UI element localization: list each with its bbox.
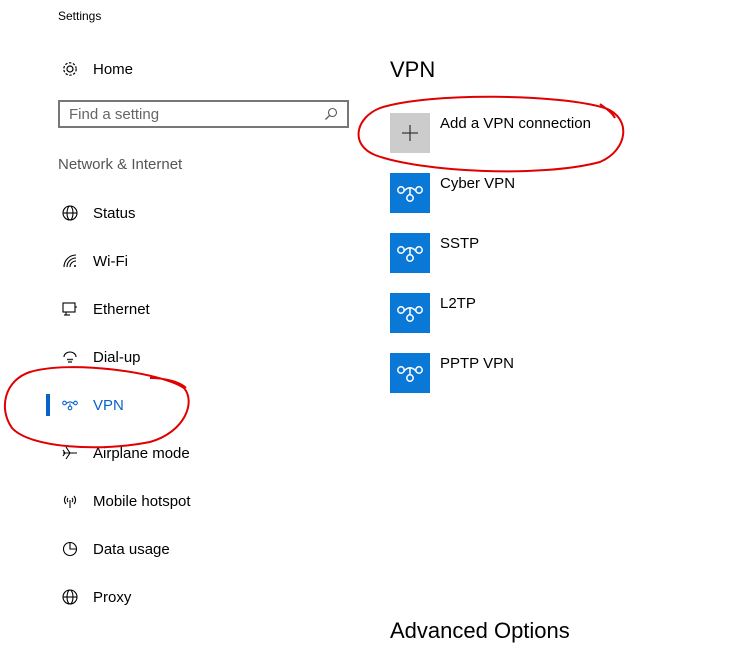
sidebar-item-label: Wi-Fi [93, 252, 128, 270]
page-title: VPN [390, 57, 436, 82]
sidebar-item-ethernet[interactable]: Ethernet [46, 294, 150, 324]
globe-icon [58, 585, 82, 609]
sidebar-item-airplane-mode[interactable]: Airplane mode [46, 438, 190, 468]
sidebar-item-home[interactable]: Home [46, 54, 133, 84]
vpn-icon [58, 393, 82, 417]
sidebar-item-wifi[interactable]: Wi-Fi [46, 246, 128, 276]
advanced-options-heading: Advanced Options [390, 618, 570, 643]
sidebar-item-label: Mobile hotspot [93, 492, 191, 510]
vpn-connection-item[interactable]: Cyber VPN [390, 173, 515, 213]
vpn-icon [390, 233, 430, 273]
vpn-connection-item[interactable]: L2TP [390, 293, 476, 333]
sidebar-item-label: Airplane mode [93, 444, 190, 462]
sidebar-item-dial-up[interactable]: Dial-up [46, 342, 141, 372]
gear-icon [58, 57, 82, 81]
dial-up-icon [58, 345, 82, 369]
sidebar-item-mobile-hotspot[interactable]: Mobile hotspot [46, 486, 191, 516]
sidebar-item-data-usage[interactable]: Data usage [46, 534, 170, 564]
sidebar-item-label: VPN [93, 396, 124, 414]
sidebar-item-proxy[interactable]: Proxy [46, 582, 131, 612]
globe-icon [58, 201, 82, 225]
sidebar-item-label: Status [93, 204, 136, 222]
sidebar-item-label: Proxy [93, 588, 132, 606]
wifi-icon [58, 249, 82, 273]
add-vpn-connection-button[interactable]: Add a VPN connection [390, 113, 591, 153]
sidebar-item-label: Home [93, 60, 134, 78]
vpn-icon [390, 353, 430, 393]
add-icon [390, 113, 430, 153]
settings-window: Settings Home Network & Internet [0, 0, 747, 664]
sidebar-item-vpn[interactable]: VPN [46, 390, 124, 420]
sidebar-item-status[interactable]: Status [46, 198, 136, 228]
hotspot-icon [58, 489, 82, 513]
add-vpn-label: Add a VPN connection [440, 115, 591, 132]
vpn-connection-item[interactable]: SSTP [390, 233, 479, 273]
vpn-connection-name: Cyber VPN [440, 175, 516, 192]
vpn-connection-name: L2TP [440, 295, 476, 312]
search-input[interactable] [69, 103, 321, 125]
vpn-icon [390, 173, 430, 213]
section-heading: Network & Internet [58, 156, 183, 173]
airplane-icon [58, 441, 82, 465]
sidebar-item-label: Dial-up [93, 348, 141, 366]
search-icon[interactable] [321, 104, 341, 124]
search-box[interactable] [58, 100, 349, 128]
pie-chart-icon [58, 537, 82, 561]
vpn-icon [390, 293, 430, 333]
ethernet-icon [58, 297, 82, 321]
vpn-connection-name: PPTP VPN [440, 355, 514, 372]
sidebar: Home Network & Internet Status [0, 0, 370, 664]
vpn-connection-item[interactable]: PPTP VPN [390, 353, 514, 393]
sidebar-item-label: Data usage [93, 540, 170, 558]
sidebar-item-label: Ethernet [93, 300, 150, 318]
vpn-connection-name: SSTP [440, 235, 480, 252]
